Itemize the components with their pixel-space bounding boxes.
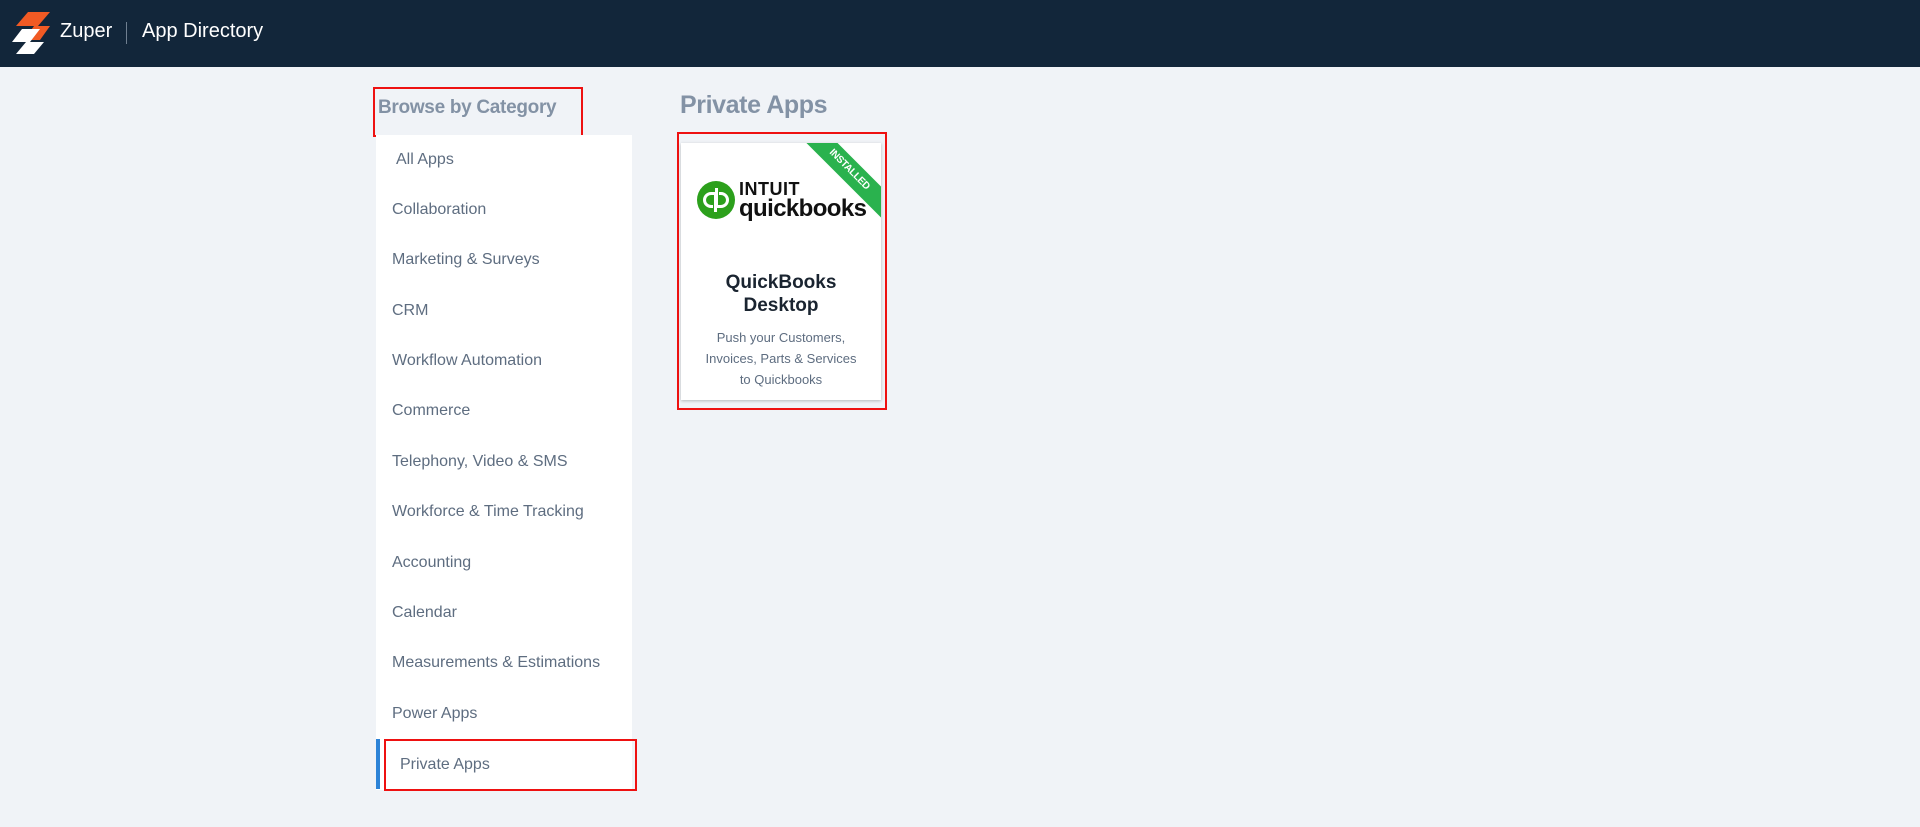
sidebar-item-commerce[interactable]: Commerce — [376, 386, 632, 436]
sidebar-item-telephony-video-sms[interactable]: Telephony, Video & SMS — [376, 437, 632, 487]
sidebar-item-all-apps[interactable]: All Apps — [376, 135, 632, 185]
sidebar-item-marketing-surveys[interactable]: Marketing & Surveys — [376, 235, 632, 285]
app-description: Push your Customers, Invoices, Parts & S… — [705, 330, 857, 387]
section-title: Private Apps — [680, 91, 828, 119]
sidebar-item-private-apps[interactable]: Private Apps — [376, 739, 637, 791]
sidebar-item-collaboration[interactable]: Collaboration — [376, 185, 632, 235]
app-name: QuickBooks Desktop — [725, 272, 837, 316]
quickbooks-icon — [697, 181, 735, 219]
quickbooks-logo: INTUIT quickbooks — [697, 179, 867, 229]
sidebar-item-measurements-estimations[interactable]: Measurements & Estimations — [376, 638, 632, 688]
sidebar-item-crm[interactable]: CRM — [376, 286, 632, 336]
zuper-logo-icon[interactable] — [12, 12, 52, 54]
category-sidebar: All Apps Collaboration Marketing & Surve… — [376, 135, 637, 791]
sidebar-item-workflow-automation[interactable]: Workflow Automation — [376, 336, 632, 386]
app-card-quickbooks-desktop[interactable]: INSTALLED INTUIT quickbooks QuickBooks D… — [681, 143, 881, 400]
logo-quickbooks-text: quickbooks — [739, 195, 867, 222]
brand-name[interactable]: Zuper — [60, 20, 112, 43]
header-divider — [126, 22, 127, 44]
sidebar-item-label: Private Apps — [384, 739, 637, 791]
sidebar-item-calendar[interactable]: Calendar — [376, 588, 632, 638]
sidebar-item-power-apps[interactable]: Power Apps — [376, 689, 632, 739]
sidebar-item-workforce-time-tracking[interactable]: Workforce & Time Tracking — [376, 487, 632, 537]
browse-by-category-heading: Browse by Category — [373, 87, 583, 137]
page-title: App Directory — [142, 20, 264, 42]
top-navigation-bar: Zuper App Directory — [0, 0, 1920, 67]
sidebar-item-accounting[interactable]: Accounting — [376, 538, 632, 588]
